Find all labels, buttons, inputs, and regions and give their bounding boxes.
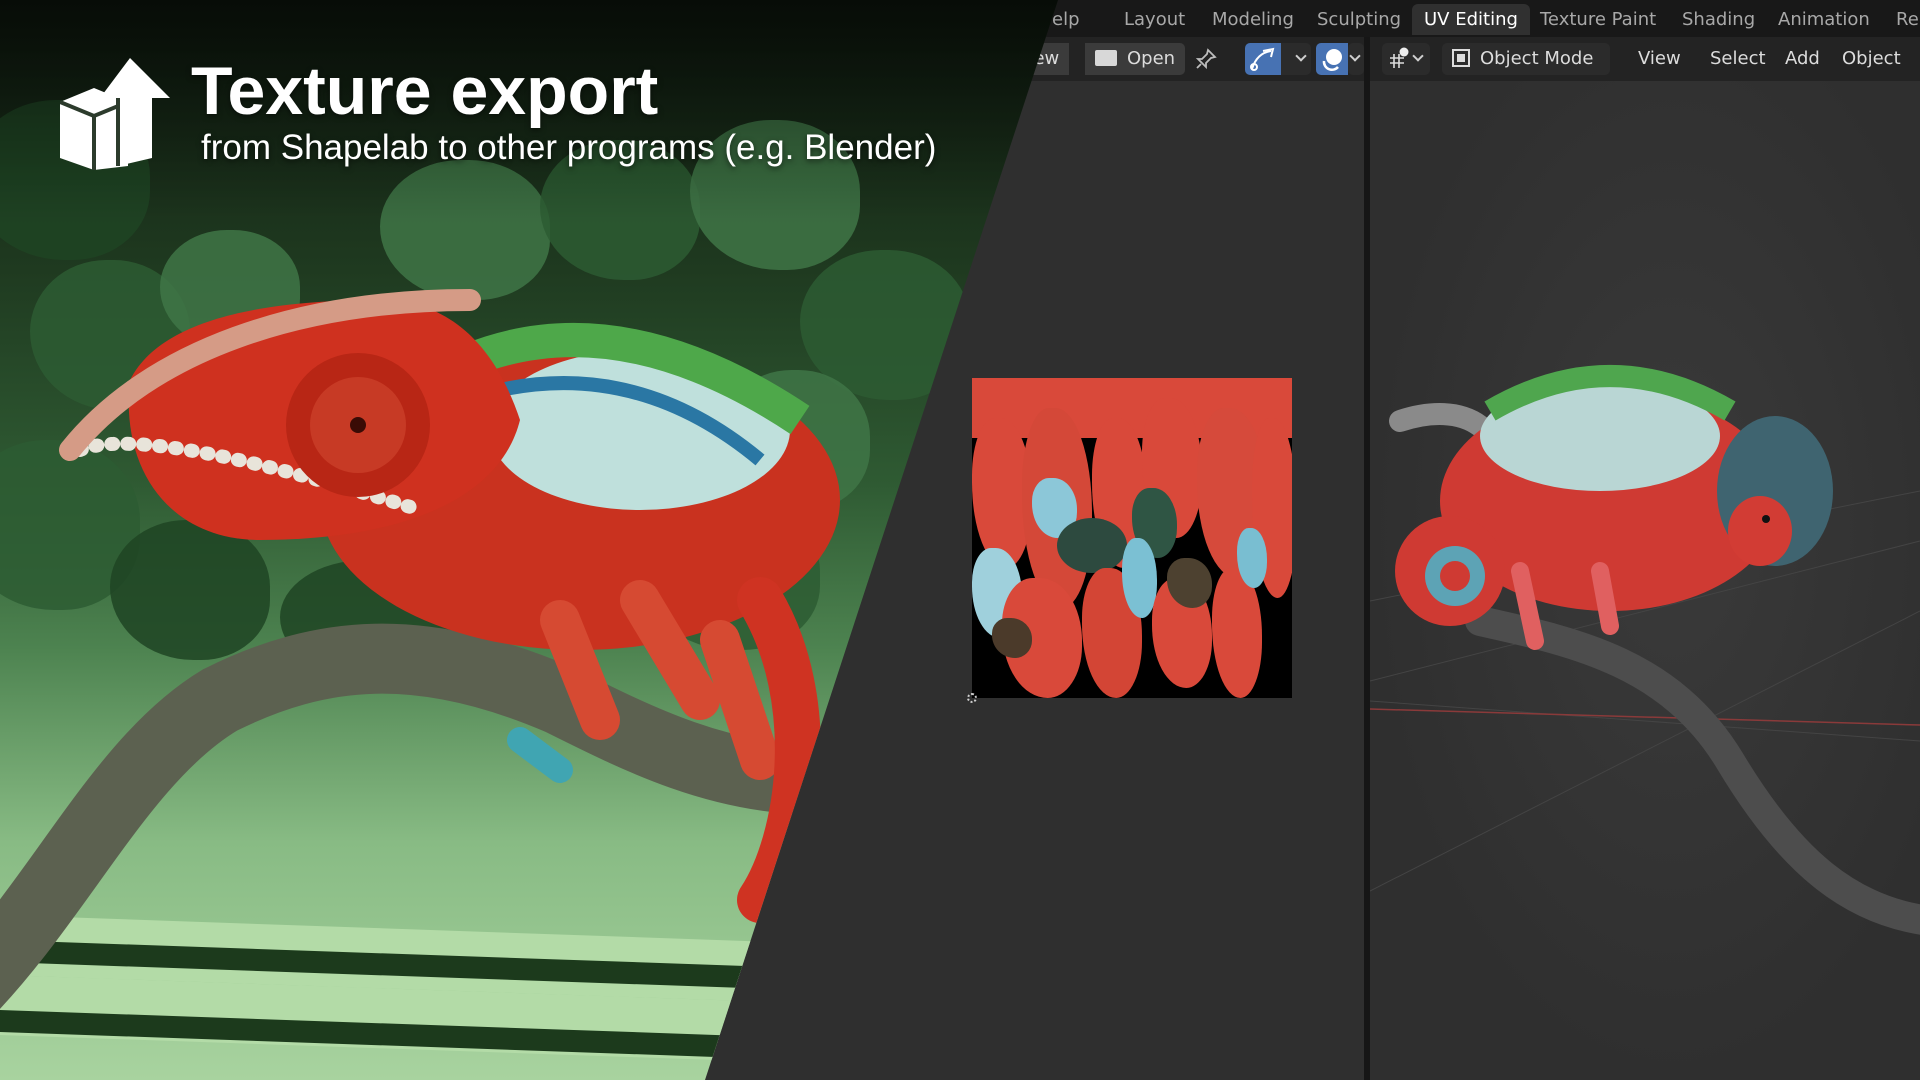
transform-pivot-icon <box>1390 47 1409 68</box>
pin-button[interactable] <box>1185 43 1221 75</box>
pin-icon <box>1195 48 1217 70</box>
tab-shading[interactable]: Shading <box>1670 4 1767 35</box>
open-label: Open <box>1127 48 1176 69</box>
object-mode-dropdown[interactable]: Object Mode <box>1442 43 1610 94</box>
x-axis-line <box>1370 708 1920 726</box>
viewport-header: Object Mode View Select Add Object <box>1370 37 1920 94</box>
chameleon-render <box>59 289 840 923</box>
object-mode-icon <box>1452 49 1470 67</box>
page-subtitle: from Shapelab to other programs (e.g. Bl… <box>201 128 937 167</box>
uv-sync-dropdown[interactable] <box>1281 43 1311 75</box>
tab-rendering[interactable]: Re <box>1884 4 1920 35</box>
branch-3d <box>1465 606 1920 935</box>
object-mode-label: Object Mode <box>1480 48 1594 69</box>
folder-icon <box>1095 50 1117 66</box>
overlay-toggle[interactable] <box>1316 43 1348 75</box>
uv-texture-image <box>972 378 1292 698</box>
2d-cursor-icon[interactable] <box>967 693 977 703</box>
tab-animation[interactable]: Animation <box>1766 4 1882 35</box>
uv-sync-icon <box>1250 47 1275 71</box>
viewport-grid <box>1370 365 1920 935</box>
tab-texture-paint[interactable]: Texture Paint <box>1528 4 1668 35</box>
menu-view[interactable]: View <box>1628 43 1691 75</box>
chevron-down-icon <box>1412 50 1424 62</box>
uv-sync-toggle[interactable] <box>1245 43 1281 75</box>
tab-uv-editing[interactable]: UV Editing <box>1412 4 1530 35</box>
overlay-dropdown[interactable] <box>1348 43 1364 75</box>
transform-pivot-dropdown[interactable] <box>1382 43 1430 75</box>
page-title: Texture export <box>191 53 659 129</box>
menu-add[interactable]: Add <box>1775 43 1830 75</box>
menu-object[interactable]: Object <box>1832 43 1911 75</box>
chevron-down-icon <box>1349 50 1361 62</box>
tab-modeling[interactable]: Modeling <box>1200 4 1306 35</box>
box-upload-icon <box>60 58 170 170</box>
tab-sculpting[interactable]: Sculpting <box>1305 4 1413 35</box>
overlay-icon <box>1322 49 1342 71</box>
tab-layout[interactable]: Layout <box>1112 4 1197 35</box>
chevron-down-icon <box>1295 50 1307 62</box>
menu-select[interactable]: Select <box>1700 43 1776 75</box>
open-image-button[interactable]: Open <box>1085 43 1186 75</box>
